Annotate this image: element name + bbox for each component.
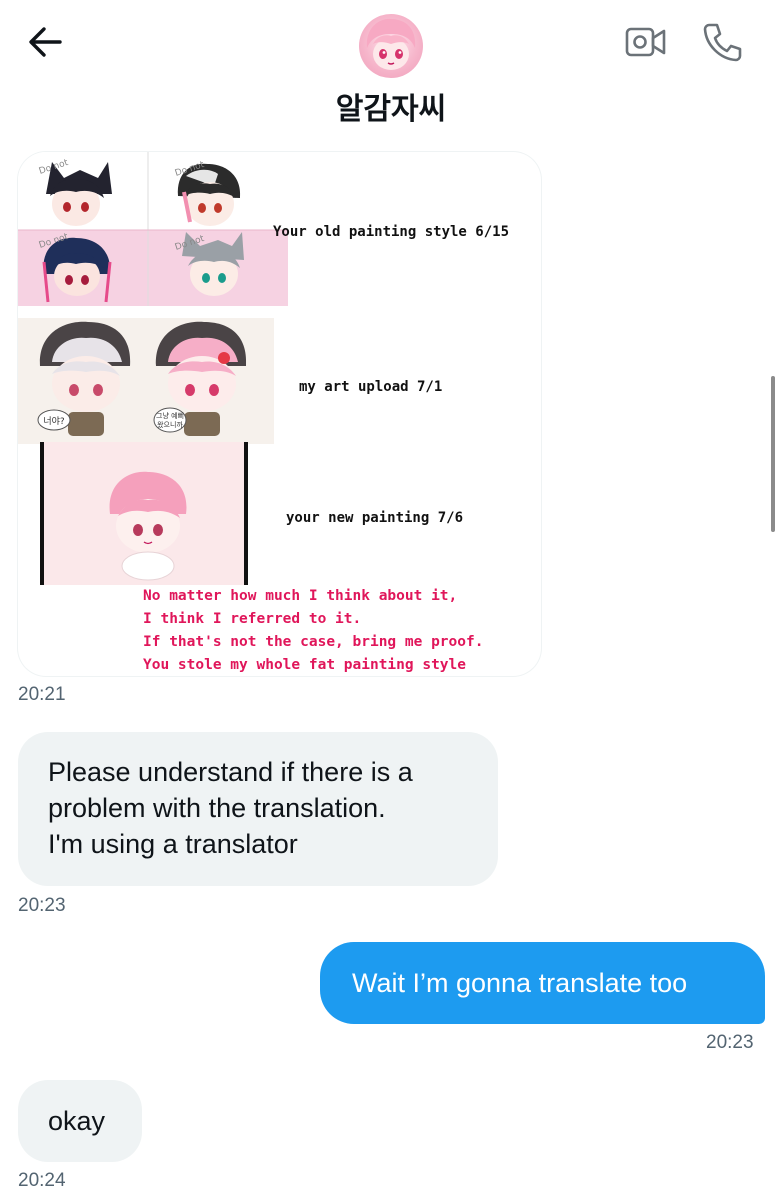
new-painting-artwork (40, 442, 248, 585)
phone-icon (703, 23, 742, 62)
caption-new-painting: your new painting 7/6 (286, 510, 464, 526)
message-text: Wait I’m gonna translate too (352, 968, 688, 998)
caption-old-style: Your old painting style 6/15 (273, 224, 510, 240)
video-call-button[interactable] (624, 24, 668, 60)
back-button[interactable] (24, 22, 68, 62)
message-timestamp: 20:24 (18, 1170, 66, 1191)
accusation-line: No matter how much I think about it, (143, 588, 458, 604)
contact-name[interactable]: 알감자씨 (0, 84, 782, 128)
conversation-header: 알감자씨 (0, 0, 782, 135)
video-camera-icon (625, 27, 666, 57)
message-text: okay (48, 1106, 106, 1136)
message-timestamp: 20:23 (18, 895, 66, 916)
svg-text:왔으니까: 왔으니까 (157, 420, 183, 429)
speech-bubble-1: 너야? (43, 416, 65, 427)
caption-my-upload: my art upload 7/1 (299, 379, 443, 395)
message-timestamp: 20:23 (706, 1032, 754, 1053)
accusation-line: If that's not the case, bring me proof. (143, 634, 484, 650)
message-timestamp: 20:21 (18, 684, 66, 705)
image-message[interactable]: Do not Do not Do not Do not Your old pai… (18, 152, 541, 676)
message-line: I'm using a translator (48, 829, 298, 859)
accusation-line: I think I referred to it. (143, 611, 362, 627)
accusation-line: You stole my whole fat painting style (143, 657, 467, 673)
accusation-text: No matter how much I think about it, I t… (143, 585, 483, 676)
voice-call-button[interactable] (700, 20, 744, 64)
incoming-message-bubble[interactable]: Please understand if there is a problem … (18, 732, 498, 886)
my-upload-artwork: 너야? 그냥 예뻐 왔으니까 (18, 318, 274, 444)
incoming-message-bubble[interactable]: okay (18, 1080, 142, 1162)
outgoing-message-bubble[interactable]: Wait I’m gonna translate too (320, 942, 765, 1024)
old-style-artwork: Do not Do not Do not Do not (18, 152, 288, 306)
scrollbar-thumb[interactable] (771, 376, 775, 532)
message-line: Please understand if there is a (48, 757, 413, 787)
message-line: problem with the translation. (48, 793, 386, 823)
svg-text:그냥 예뻐: 그냥 예뻐 (156, 411, 184, 420)
avatar-image (366, 18, 416, 70)
arrow-left-icon (29, 27, 62, 57)
avatar[interactable] (359, 14, 423, 78)
